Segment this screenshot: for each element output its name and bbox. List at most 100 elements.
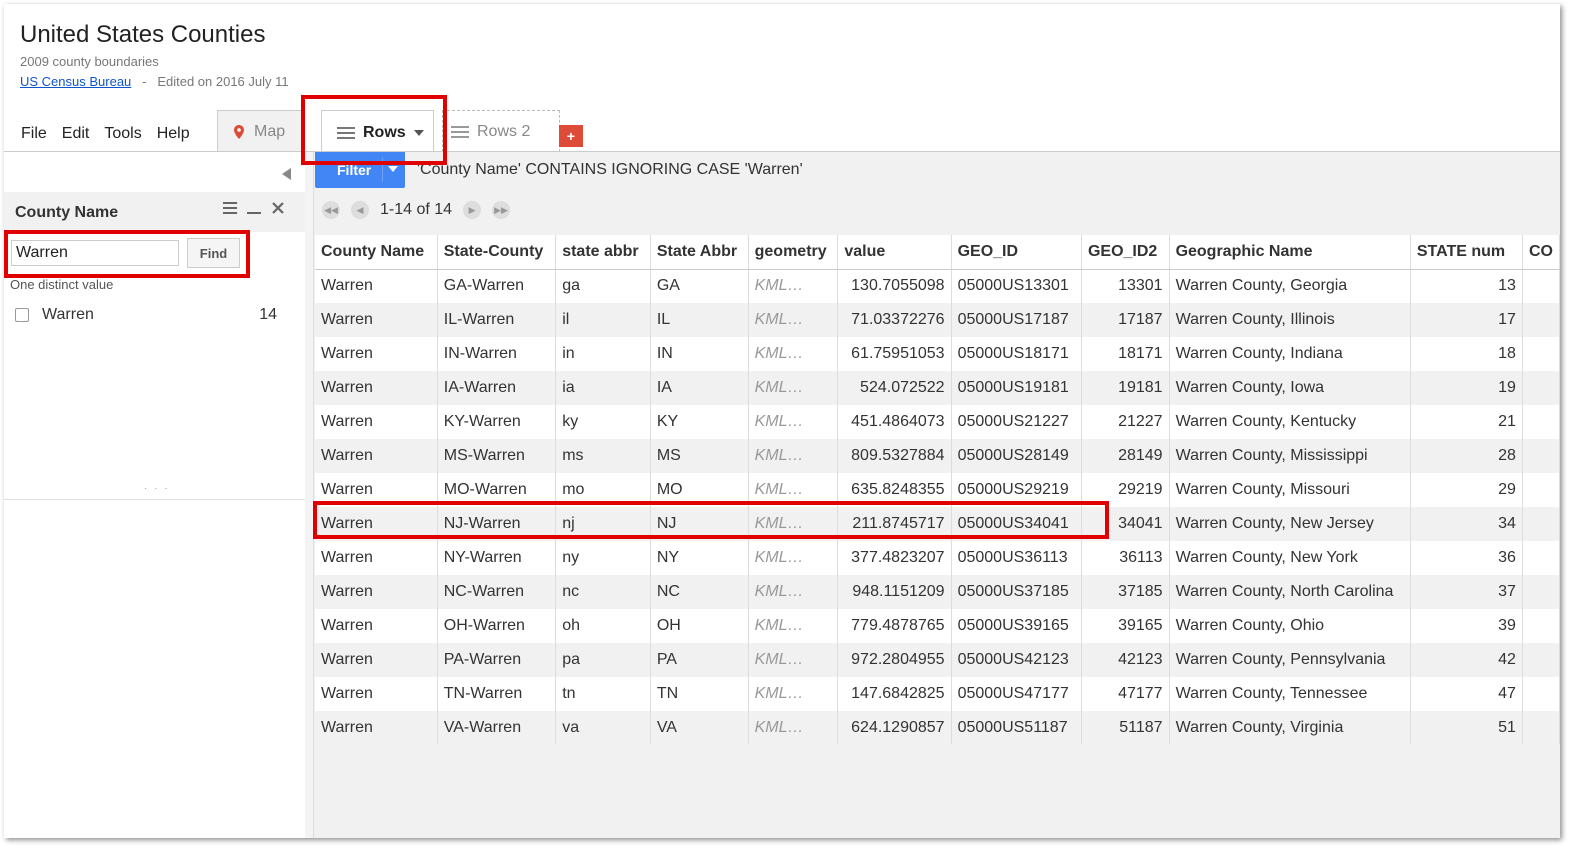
table-row[interactable]: Warren KY-Warren ky KY KML… 451.4864073 05000U… [315,405,1560,439]
table-cell: NY-Warren [437,541,557,575]
geometry-cell[interactable]: KML… [748,677,839,711]
facet-value-row[interactable]: Warren 14 [15,306,277,324]
table-row[interactable]: Warren PA-Warren pa PA KML… 972.2804955 05000U… [315,643,1560,677]
distinct-count-label: One distinct value [10,277,114,292]
table-cell: 71.03372276 [837,303,952,337]
geometry-cell[interactable]: KML… [748,575,839,609]
geometry-cell[interactable]: KML… [748,269,839,303]
table-cell: 51 [1410,711,1523,744]
menu-edit[interactable]: Edit [62,125,90,143]
table-cell: IL [650,303,749,337]
table-row[interactable]: Warren NC-Warren nc NC KML… 948.1151209 05000U… [315,575,1560,609]
geometry-cell[interactable]: KML… [748,371,839,405]
geometry-cell[interactable]: KML… [748,541,839,575]
table-cell: 05000US47177 [951,677,1082,711]
tab-map[interactable]: Map [217,110,302,152]
column-header[interactable]: State Abbr [650,235,749,270]
table-row[interactable]: Warren IA-Warren ia IA KML… 524.072522 05000US… [315,371,1560,405]
geometry-cell[interactable]: KML… [748,643,839,677]
table-cell: il [555,303,651,337]
facet-checkbox[interactable] [15,308,29,322]
table-cell [1522,371,1560,405]
column-header[interactable]: state abbr [555,235,651,270]
column-header[interactable]: State-County [437,235,557,270]
filter-dropdown-icon[interactable] [388,166,398,172]
geometry-cell[interactable]: KML… [748,711,839,744]
table-cell: PA [650,643,749,677]
geometry-cell[interactable]: KML… [748,405,839,439]
table-row[interactable]: Warren MS-Warren ms MS KML… 809.5327884 05000U… [315,439,1560,473]
table-row[interactable]: Warren VA-Warren va VA KML… 624.1290857 05000U… [315,711,1560,744]
close-icon[interactable] [271,201,285,215]
table-row[interactable]: Warren GA-Warren ga GA KML… 130.7055098 05000U… [315,269,1560,303]
collapse-sidebar-icon[interactable] [282,168,291,180]
column-header[interactable]: CO [1522,235,1560,270]
table-cell: va [555,711,651,744]
source-link[interactable]: US Census Bureau [20,74,131,89]
tab-rows-2[interactable]: Rows 2 [442,110,560,152]
geometry-cell[interactable]: KML… [748,337,839,371]
table-row[interactable]: Warren MO-Warren mo MO KML… 635.8248355 05000U… [315,473,1560,507]
geometry-cell[interactable]: KML… [748,439,839,473]
table-cell: Warren County, Mississippi [1169,439,1411,473]
table-cell: 05000US21227 [951,405,1082,439]
table-cell: OH [650,609,749,643]
column-header[interactable]: GEO_ID2 [1081,235,1170,270]
table-cell: 451.4864073 [837,405,952,439]
table-cell [1522,609,1560,643]
table-cell: 05000US39165 [951,609,1082,643]
table-row[interactable]: Warren NJ-Warren nj NJ KML… 211.8745717 05000U… [315,507,1560,541]
table-cell: 34041 [1081,507,1170,541]
table-cell: in [555,337,651,371]
table-cell: NY [650,541,749,575]
find-button[interactable]: Find [187,238,240,268]
filter-button[interactable]: Filter [315,152,405,188]
first-page-icon[interactable]: ◀◀ [322,201,340,219]
sidebar-resizer[interactable] [305,152,314,838]
filter-column-label: County Name [15,204,119,221]
table-row[interactable]: Warren IN-Warren in IN KML… 61.75951053 05000U… [315,337,1560,371]
column-header[interactable]: GEO_ID [951,235,1082,270]
next-page-icon[interactable]: ▶ [463,201,482,219]
column-header[interactable]: County Name [315,235,438,270]
geometry-cell[interactable]: KML… [748,473,839,507]
table-cell: Warren County, North Carolina [1169,575,1411,609]
table-row[interactable]: Warren TN-Warren tn TN KML… 147.6842825 05000U… [315,677,1560,711]
table-cell: pa [555,643,651,677]
geometry-cell[interactable]: KML… [748,507,839,541]
last-page-icon[interactable]: ▶▶ [492,201,511,219]
add-tab-button[interactable]: + [559,125,583,147]
list-icon[interactable] [223,202,237,214]
table-cell: 05000US19181 [951,371,1082,405]
table-cell: Warren County, Virginia [1169,711,1411,744]
table-cell: 19181 [1081,371,1170,405]
page-range: 1-14 of 14 [380,201,453,218]
table-cell: Warren [315,677,438,711]
table-cell: NJ [650,507,749,541]
column-header[interactable]: Geographic Name [1169,235,1411,270]
table-cell: VA [650,711,749,744]
tab-rows[interactable]: Rows [321,110,434,154]
table-row[interactable]: Warren NY-Warren ny NY KML… 377.4823207 05000U… [315,541,1560,575]
geometry-cell[interactable]: KML… [748,609,839,643]
resize-grip[interactable]: · · · [144,483,170,494]
column-header[interactable]: value [837,235,952,270]
filter-search-input[interactable] [11,240,179,266]
menu-tools[interactable]: Tools [104,125,141,143]
table-cell: PA-Warren [437,643,557,677]
prev-page-icon[interactable]: ◀ [351,201,369,219]
column-header[interactable]: STATE num [1410,235,1523,270]
facet-value-count: 14 [259,306,277,323]
tab-rows-2-label: Rows 2 [477,122,531,140]
menu-help[interactable]: Help [157,125,190,143]
table-cell: 36113 [1081,541,1170,575]
table-cell: 05000US34041 [951,507,1082,541]
menu-file[interactable]: File [21,125,47,143]
table-cell: 47 [1410,677,1523,711]
table-row[interactable]: Warren OH-Warren oh OH KML… 779.4878765 05000U… [315,609,1560,643]
column-header[interactable]: geometry [748,235,839,270]
geometry-cell[interactable]: KML… [748,303,839,337]
map-pin-icon [234,124,244,139]
minimize-icon[interactable] [247,202,261,214]
table-row[interactable]: Warren IL-Warren il IL KML… 71.03372276 05000U… [315,303,1560,337]
